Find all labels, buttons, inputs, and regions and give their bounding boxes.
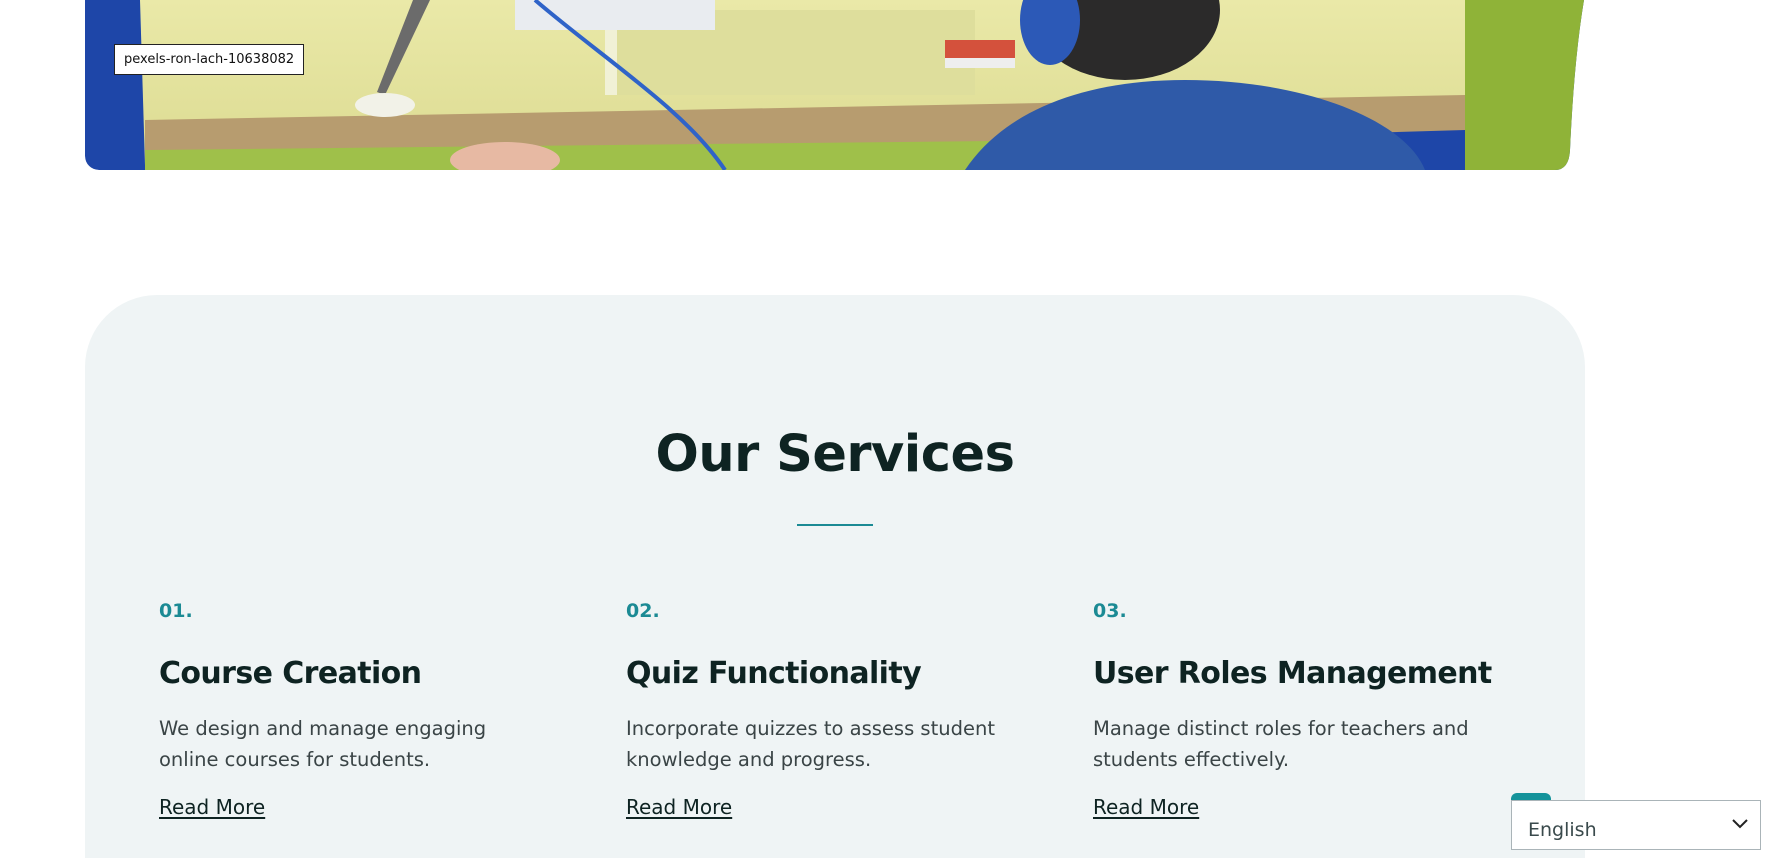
service-description: Incorporate quizzes to assess student kn…: [626, 717, 995, 771]
service-number: 03.: [1093, 600, 1127, 622]
language-selected-value: English: [1528, 819, 1597, 841]
service-card-course-creation: 01. Course Creation We design and manage…: [159, 600, 579, 819]
services-title: Our Services: [655, 425, 1015, 484]
service-number: 02.: [626, 600, 660, 622]
service-card-user-roles-management: 03. User Roles Management Manage distinc…: [1093, 600, 1513, 819]
service-card-quiz-functionality: 02. Quiz Functionality Incorporate quizz…: [626, 600, 1046, 819]
service-description: Manage distinct roles for teachers and s…: [1093, 717, 1469, 771]
hero-image: [85, 0, 1585, 170]
service-number: 01.: [159, 600, 193, 622]
read-more-link[interactable]: Read More: [1093, 795, 1199, 819]
classroom-photo: [85, 0, 1585, 170]
title-divider: [797, 524, 873, 526]
service-title: Quiz Functionality: [626, 656, 922, 691]
image-caption-tooltip: pexels-ron-lach-10638082: [114, 44, 305, 75]
language-select[interactable]: English: [1511, 800, 1761, 850]
service-title: Course Creation: [159, 656, 422, 691]
service-description: We design and manage engaging online cou…: [159, 717, 487, 771]
read-more-link[interactable]: Read More: [626, 795, 732, 819]
read-more-link[interactable]: Read More: [159, 795, 265, 819]
services-section: Our Services 01. Course Creation We desi…: [85, 295, 1585, 858]
service-title: User Roles Management: [1093, 656, 1492, 691]
chevron-down-icon: [1732, 819, 1748, 829]
